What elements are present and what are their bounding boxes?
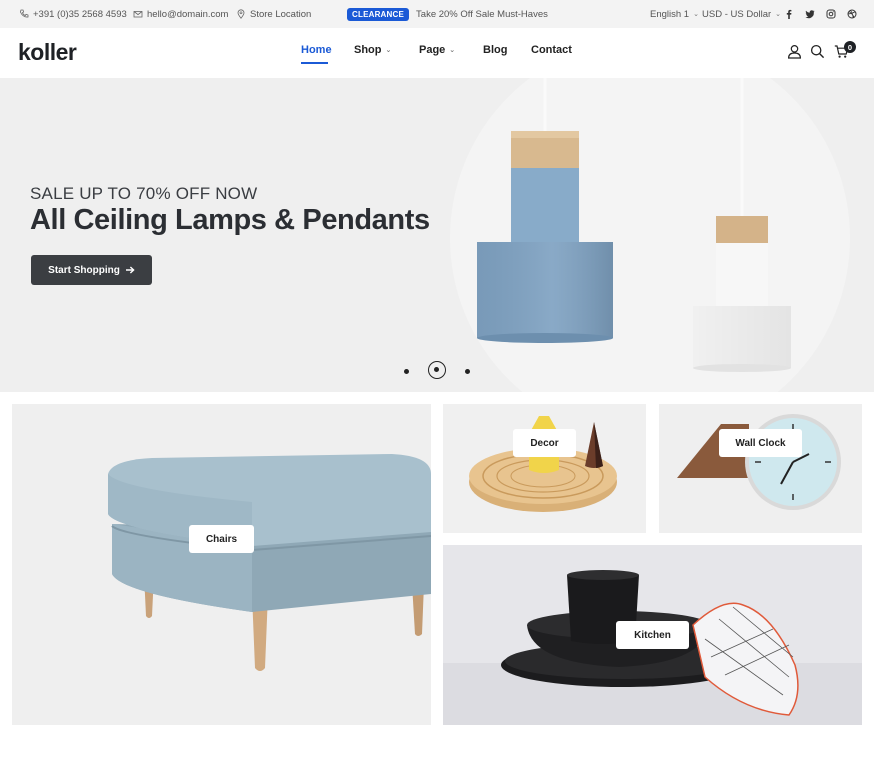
start-shopping-button[interactable]: Start Shopping (31, 255, 152, 285)
social-links (784, 0, 857, 28)
promo-banner[interactable]: CLEARANCE Take 20% Off Sale Must-Haves (347, 0, 548, 28)
user-icon[interactable] (787, 44, 802, 59)
cart-count-badge: 0 (844, 41, 856, 53)
language-selector[interactable]: English 1 ⌄ (650, 0, 699, 28)
phone-contact[interactable]: +391 (0)35 2568 4593 (19, 0, 127, 28)
clearance-badge: CLEARANCE (347, 7, 410, 21)
category-kitchen-tile[interactable]: Kitchen (443, 545, 862, 725)
nav-home[interactable]: Home (301, 44, 332, 56)
category-chairs-tile[interactable]: Chairs (12, 404, 431, 725)
arrow-right-icon (125, 266, 135, 274)
nav-page-label: Page (419, 44, 446, 56)
facebook-icon[interactable] (784, 9, 794, 19)
slider-dot-2-active[interactable] (428, 361, 446, 379)
ottoman-image (108, 454, 431, 671)
slider-dot-3[interactable] (465, 369, 470, 374)
wall-clock-image (677, 414, 841, 510)
category-label: Kitchen (616, 621, 689, 649)
site-header: koller Home Shop ⌄ Page ⌄ Blog Contact (0, 28, 874, 78)
phone-text: +391 (0)35 2568 4593 (33, 8, 127, 20)
location-pin-icon (237, 9, 245, 19)
twitter-icon[interactable] (805, 9, 815, 19)
decor-image (469, 416, 617, 512)
nav-blog[interactable]: Blog (483, 44, 507, 56)
email-contact[interactable]: hello@domain.com (133, 0, 228, 28)
nav-shop[interactable]: Shop ⌄ (354, 44, 391, 56)
chevron-down-icon: ⌄ (693, 11, 699, 18)
promo-text: Take 20% Off Sale Must-Haves (416, 8, 548, 20)
dribbble-icon[interactable] (847, 9, 857, 19)
category-label: Decor (513, 429, 576, 457)
language-value: English 1 (650, 8, 690, 20)
start-shopping-label: Start Shopping (48, 264, 120, 276)
nav-contact[interactable]: Contact (531, 44, 572, 56)
category-wall-clock-tile[interactable]: Wall Clock (659, 404, 862, 533)
hero-title: All Ceiling Lamps & Pendants (30, 204, 430, 236)
hero-slider: SALE UP TO 70% OFF NOW All Ceiling Lamps… (0, 78, 874, 392)
hero-subtitle: SALE UP TO 70% OFF NOW (30, 184, 258, 203)
mail-icon (133, 11, 143, 18)
category-decor-tile[interactable]: Decor (443, 404, 646, 533)
nav-page[interactable]: Page ⌄ (419, 44, 455, 56)
nav-active-indicator (301, 62, 328, 64)
category-label: Wall Clock (719, 429, 802, 457)
phone-icon (19, 9, 29, 18)
category-label: Chairs (189, 525, 254, 553)
chevron-down-icon: ⌄ (775, 11, 782, 18)
nav-shop-label: Shop (354, 44, 382, 56)
currency-value: USD - US Dollar (702, 8, 772, 20)
nav-home-label: Home (301, 44, 332, 56)
instagram-icon[interactable] (826, 9, 836, 19)
chevron-down-icon: ⌄ (385, 47, 392, 54)
currency-selector[interactable]: USD - US Dollar ⌄ (702, 0, 781, 28)
nav-contact-label: Contact (531, 44, 572, 56)
slider-dot-1[interactable] (404, 369, 409, 374)
site-logo[interactable]: koller (18, 39, 77, 66)
store-location-text: Store Location (250, 8, 312, 20)
search-icon[interactable] (810, 44, 825, 59)
top-bar: +391 (0)35 2568 4593 hello@domain.com St… (0, 0, 874, 28)
chevron-down-icon: ⌄ (449, 47, 456, 54)
store-location-link[interactable]: Store Location (236, 0, 311, 28)
email-text: hello@domain.com (147, 8, 229, 20)
nav-blog-label: Blog (483, 44, 508, 56)
